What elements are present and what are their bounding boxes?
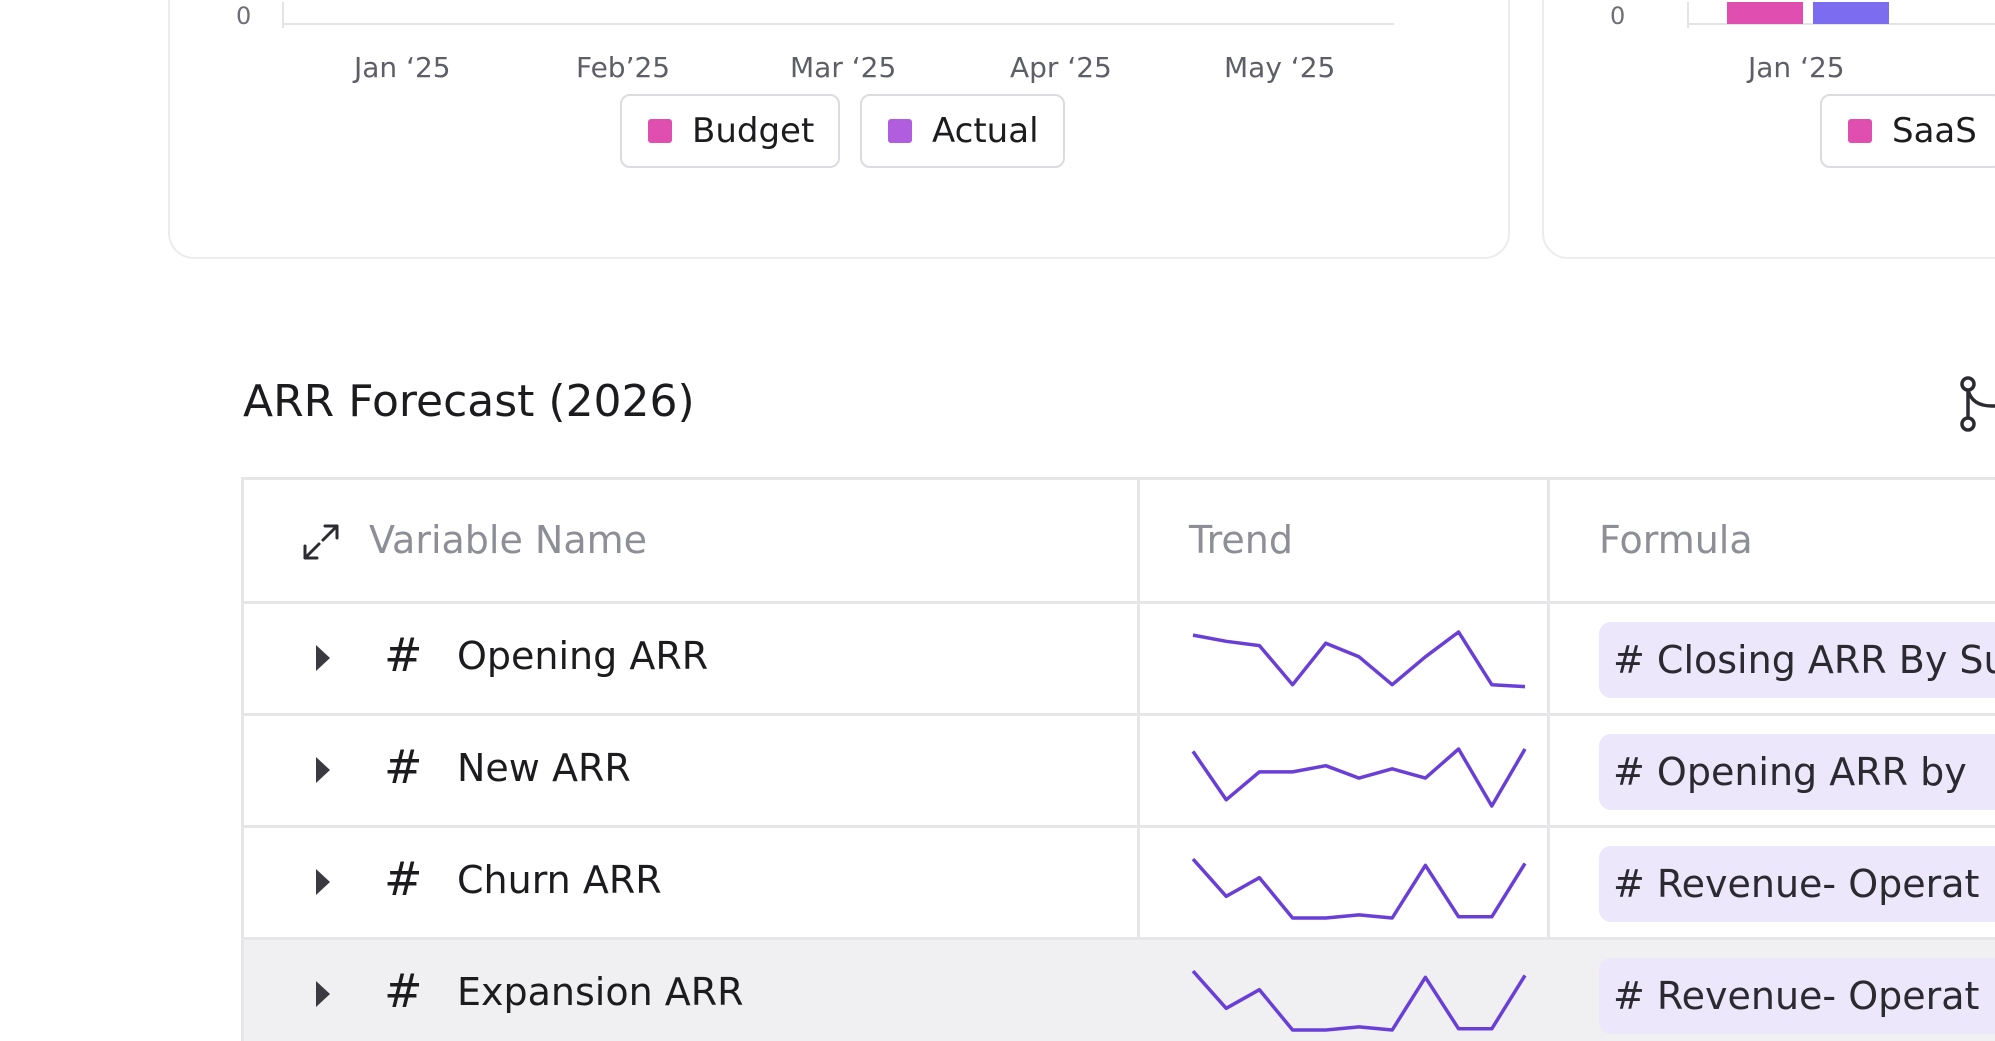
x-tick-label: May ‘25	[1224, 51, 1336, 84]
trend-sparkline	[1191, 969, 1527, 1032]
x-tick-label: Mar ‘25	[790, 51, 897, 84]
branch-icon[interactable]	[1958, 376, 1995, 432]
table-row[interactable]: # Expansion ARR # Revenue- Operat	[244, 940, 1995, 1041]
sparkline-path	[1191, 969, 1527, 1032]
formula-chip[interactable]: # Opening ARR by	[1599, 734, 1995, 810]
app-stage: 0 Jan ‘25 Feb’25 Mar ‘25 Apr ‘25 May ‘25…	[0, 0, 1995, 1041]
legend-swatch-saas	[1848, 119, 1872, 143]
table-header-row: Variable Name Trend Formula	[244, 480, 1995, 604]
number-type-icon: #	[384, 740, 423, 794]
table-row[interactable]: # Churn ARR # Revenue- Operat	[244, 828, 1995, 940]
formula-chip[interactable]: # Closing ARR By Su	[1599, 622, 1995, 698]
trend-sparkline	[1192, 630, 1526, 689]
sparkline-path	[1191, 747, 1527, 808]
variable-name[interactable]: Opening ARR	[457, 634, 708, 678]
legend-swatch-budget	[648, 119, 672, 143]
bar-series2-jan	[1813, 2, 1889, 24]
y-axis-zero-label: 0	[236, 2, 252, 30]
legend-swatch-actual	[888, 119, 912, 143]
expand-row-caret-icon[interactable]	[314, 867, 332, 897]
y-axis-zero-label: 0	[1610, 2, 1626, 30]
x-tick-label: Jan ‘25	[354, 51, 451, 84]
bar-saas-jan	[1727, 2, 1803, 24]
variable-name[interactable]: Expansion ARR	[457, 970, 744, 1014]
expand-arrows-icon[interactable]	[301, 522, 341, 562]
legend-label: Budget	[692, 111, 815, 151]
budget-actual-chart-card: 0 Jan ‘25 Feb’25 Mar ‘25 Apr ‘25 May ‘25…	[168, 0, 1510, 259]
trend-sparkline	[1191, 747, 1527, 808]
x-tick-label: Apr ‘25	[1010, 51, 1112, 84]
variable-name[interactable]: New ARR	[457, 746, 631, 790]
x-tick-label: Jan ‘25	[1748, 51, 1845, 84]
formula-chip[interactable]: # Revenue- Operat	[1599, 958, 1995, 1034]
sparkline-path	[1192, 630, 1526, 689]
column-header-formula[interactable]: Formula	[1599, 518, 1753, 562]
arr-forecast-table: Variable Name Trend Formula # Opening AR…	[241, 477, 1995, 1041]
legend-item-saas[interactable]: SaaS	[1820, 94, 1995, 168]
number-type-icon: #	[384, 628, 423, 682]
expand-row-caret-icon[interactable]	[314, 755, 332, 785]
formula-chip[interactable]: # Revenue- Operat	[1599, 846, 1995, 922]
column-header-variable-name[interactable]: Variable Name	[369, 518, 647, 562]
legend-item-actual[interactable]: Actual	[860, 94, 1065, 168]
number-type-icon: #	[384, 852, 423, 906]
sparkline-path	[1191, 857, 1527, 920]
expand-row-caret-icon[interactable]	[314, 643, 332, 673]
trend-sparkline	[1191, 857, 1527, 920]
table-row[interactable]: # New ARR # Opening ARR by	[244, 716, 1995, 828]
expand-row-caret-icon[interactable]	[314, 979, 332, 1009]
legend-label: SaaS	[1892, 111, 1977, 151]
legend-item-budget[interactable]: Budget	[620, 94, 841, 168]
number-type-icon: #	[384, 964, 423, 1018]
revenue-by-segment-chart-card: 0 Jan ‘25 SaaS	[1542, 0, 1995, 259]
x-axis-line	[282, 23, 1394, 25]
section-title: ARR Forecast (2026)	[243, 376, 695, 427]
x-tick-label: Feb’25	[576, 51, 671, 84]
table-row[interactable]: # Opening ARR # Closing ARR By Su	[244, 604, 1995, 716]
legend-label: Actual	[932, 111, 1039, 151]
variable-name[interactable]: Churn ARR	[457, 858, 662, 902]
column-header-trend[interactable]: Trend	[1189, 518, 1293, 562]
